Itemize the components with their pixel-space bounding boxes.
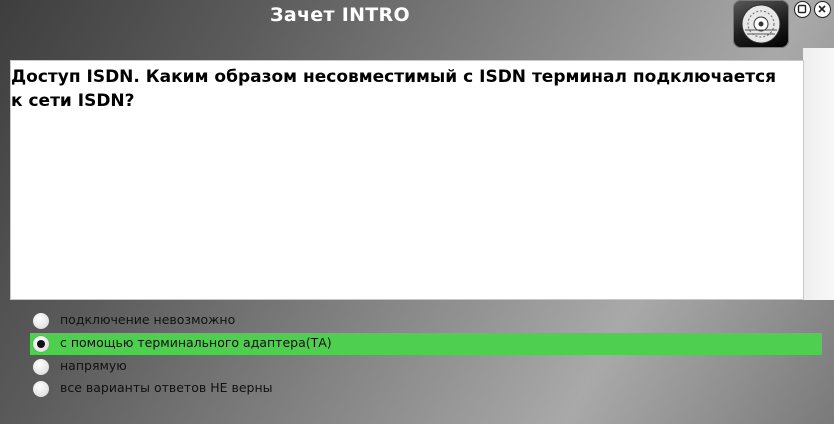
answer-option-3[interactable]: напрямую [30, 356, 822, 378]
answer-label-3: напрямую [60, 358, 127, 373]
scrollbar-area[interactable] [803, 48, 834, 300]
radio-button-1[interactable] [33, 313, 49, 329]
window-title: Зачет INTRO [270, 4, 410, 26]
radio-dot-2 [37, 340, 45, 348]
answer-option-2[interactable]: с помощью терминального адаптера(ТА) [30, 333, 822, 355]
close-button[interactable] [814, 1, 831, 18]
answer-label-1: подключение невозможно [60, 312, 236, 327]
minimize-button[interactable] [794, 1, 811, 18]
app-logo [733, 0, 789, 48]
answer-option-4[interactable]: все варианты ответов НЕ верны [30, 378, 822, 400]
disc-logo-icon [741, 4, 781, 44]
answer-label-2: с помощью терминального адаптера(ТА) [60, 335, 332, 350]
minimize-icon [797, 4, 807, 14]
answer-label-4: все варианты ответов НЕ верны [60, 380, 273, 395]
radio-button-2[interactable] [33, 336, 49, 352]
question-panel: Доступ ISDN. Каким образом несовместимый… [10, 60, 804, 300]
radio-button-3[interactable] [33, 359, 49, 375]
answer-option-1[interactable]: подключение невозможно [30, 310, 822, 332]
question-text: Доступ ISDN. Каким образом несовместимый… [11, 67, 777, 111]
radio-button-4[interactable] [33, 381, 49, 397]
close-icon [818, 5, 826, 13]
